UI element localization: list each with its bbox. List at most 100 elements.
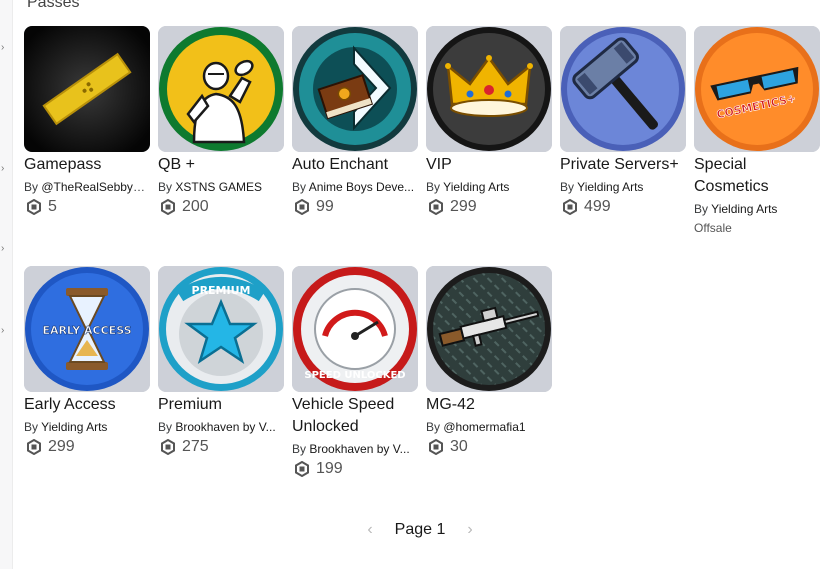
robux-icon: [27, 439, 41, 455]
pass-price: 30: [426, 438, 552, 456]
pass-creator[interactable]: By XSTNS GAMES: [158, 179, 282, 195]
quarterback-icon: [158, 26, 284, 152]
pass-creator[interactable]: By Yielding Arts: [426, 179, 550, 195]
pass-name[interactable]: Gamepass: [24, 154, 150, 176]
pass-price: 499: [560, 198, 686, 216]
pass-creator[interactable]: By Anime Boys Deve...: [292, 179, 416, 195]
pass-thumbnail[interactable]: [24, 26, 150, 152]
chevron-right-icon[interactable]: ›: [1, 43, 9, 53]
pass-card[interactable]: SPEED UNLOCKED Vehicle Speed Unlocked By…: [292, 266, 418, 478]
pass-price: 5: [24, 198, 150, 216]
pass-creator[interactable]: By Yielding Arts: [560, 179, 684, 195]
pass-name[interactable]: Early Access: [24, 394, 150, 416]
speedometer-icon: SPEED UNLOCKED: [292, 266, 418, 392]
by-label: By: [426, 180, 441, 194]
pass-thumbnail[interactable]: SPEED UNLOCKED: [292, 266, 418, 392]
sunglasses-icon: COSMETICS+: [694, 26, 820, 152]
pass-name[interactable]: Private Servers+: [560, 154, 686, 176]
page-indicator: Page 1: [394, 521, 446, 538]
pass-thumbnail[interactable]: [426, 26, 552, 152]
chevron-right-icon[interactable]: ›: [1, 244, 9, 254]
pass-name[interactable]: Auto Enchant: [292, 154, 418, 176]
pass-name[interactable]: Premium: [158, 394, 284, 416]
robux-icon: [429, 439, 443, 455]
price-value: 275: [182, 438, 209, 455]
pass-price: 275: [158, 438, 284, 456]
pass-creator[interactable]: By Yielding Arts: [694, 201, 818, 217]
pass-card[interactable]: VIP By Yielding Arts 299: [426, 26, 552, 216]
pass-thumbnail[interactable]: COSMETICS+: [694, 26, 820, 152]
chevron-right-icon[interactable]: ›: [1, 164, 9, 174]
pass-price: 299: [426, 198, 552, 216]
creator-name[interactable]: Yielding Arts: [577, 180, 643, 194]
pass-creator[interactable]: By Yielding Arts: [24, 419, 148, 435]
creator-name[interactable]: Yielding Arts: [711, 202, 777, 216]
robux-icon: [429, 199, 443, 215]
pass-price: 299: [24, 438, 150, 456]
left-sidebar-strip: › › › ›: [0, 0, 13, 569]
price-value: 200: [182, 198, 209, 215]
pass-thumbnail[interactable]: [560, 26, 686, 152]
pass-name[interactable]: Special Cosmetics: [694, 154, 820, 198]
by-label: By: [158, 180, 173, 194]
hammer-icon: [560, 26, 686, 152]
pass-thumbnail[interactable]: PREMIUM: [158, 266, 284, 392]
crown-icon: [426, 26, 552, 152]
by-label: By: [292, 180, 307, 194]
prev-page-button[interactable]: ‹: [360, 521, 380, 539]
pass-creator[interactable]: By @TheRealSebbya...: [24, 179, 148, 195]
pass-name[interactable]: Vehicle Speed Unlocked: [292, 394, 418, 438]
pass-creator[interactable]: By Brookhaven by V...: [158, 419, 282, 435]
chevron-right-icon[interactable]: ›: [1, 326, 9, 336]
offsale-label: Offsale: [694, 221, 732, 235]
creator-name[interactable]: @TheRealSebbya...: [41, 180, 148, 194]
pass-card[interactable]: Auto Enchant By Anime Boys Deve... 99: [292, 26, 418, 216]
pass-card[interactable]: MG-42 By @homermafia1 30: [426, 266, 552, 456]
pass-name[interactable]: VIP: [426, 154, 552, 176]
creator-name[interactable]: Anime Boys Deve...: [309, 180, 414, 194]
by-label: By: [292, 442, 307, 456]
pass-thumbnail[interactable]: [292, 26, 418, 152]
creator-name[interactable]: Brookhaven by V...: [309, 442, 409, 456]
pass-card[interactable]: EARLY ACCESS Early Access By Yielding Ar…: [24, 266, 150, 456]
pass-card[interactable]: COSMETICS+ Special Cosmetics By Yielding…: [694, 26, 820, 235]
price-value: 499: [584, 198, 611, 215]
pass-thumbnail[interactable]: EARLY ACCESS: [24, 266, 150, 392]
pass-card[interactable]: Private Servers+ By Yielding Arts 499: [560, 26, 686, 216]
creator-name[interactable]: Brookhaven by V...: [175, 420, 275, 434]
pass-price: 199: [292, 460, 418, 478]
by-label: By: [24, 420, 39, 434]
pass-creator[interactable]: By @homermafia1: [426, 419, 550, 435]
robux-icon: [161, 439, 175, 455]
pass-name[interactable]: MG-42: [426, 394, 552, 416]
pass-card[interactable]: Gamepass By @TheRealSebbya... 5: [24, 26, 150, 216]
pass-price: 99: [292, 198, 418, 216]
robux-icon: [295, 461, 309, 477]
by-label: By: [426, 420, 441, 434]
star-icon: PREMIUM: [158, 266, 284, 392]
price-value: 199: [316, 460, 343, 477]
price-value: 30: [450, 438, 468, 455]
robux-icon: [27, 199, 41, 215]
by-label: By: [560, 180, 575, 194]
pass-creator[interactable]: By Brookhaven by V...: [292, 441, 416, 457]
robux-icon: [295, 199, 309, 215]
badge-text: PREMIUM: [192, 284, 251, 297]
pass-thumbnail[interactable]: [158, 26, 284, 152]
creator-name[interactable]: @homermafia1: [443, 420, 525, 434]
price-value: 299: [450, 198, 477, 215]
pass-card[interactable]: PREMIUM Premium By Brookhaven by V... 27…: [158, 266, 284, 456]
pass-name[interactable]: QB +: [158, 154, 284, 176]
creator-name[interactable]: Yielding Arts: [41, 420, 107, 434]
pass-card[interactable]: QB + By XSTNS GAMES 200: [158, 26, 284, 216]
pass-thumbnail[interactable]: [426, 266, 552, 392]
gold-ticket-icon: [24, 26, 150, 152]
creator-name[interactable]: Yielding Arts: [443, 180, 509, 194]
creator-name[interactable]: XSTNS GAMES: [175, 180, 262, 194]
machine-gun-icon: [426, 266, 552, 392]
by-label: By: [24, 180, 39, 194]
price-value: 299: [48, 438, 75, 455]
next-page-button[interactable]: ›: [460, 521, 480, 539]
hourglass-icon: EARLY ACCESS: [24, 266, 150, 392]
badge-text: SPEED UNLOCKED: [304, 370, 405, 381]
